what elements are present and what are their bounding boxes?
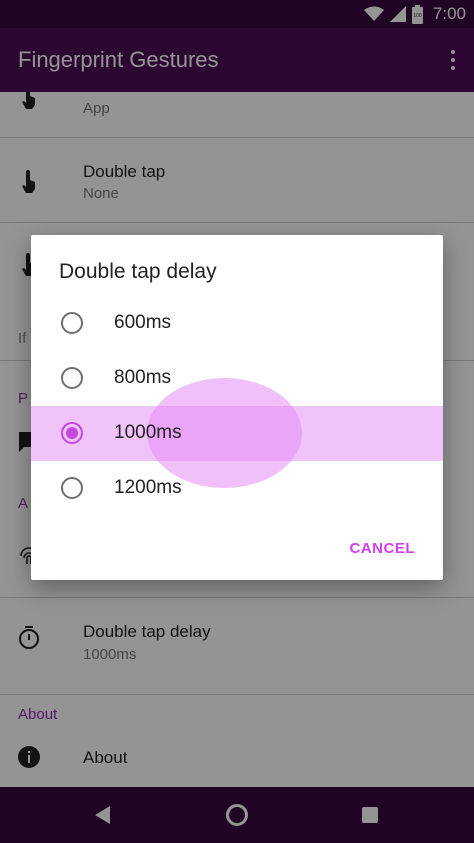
radio-button[interactable]: [61, 367, 83, 389]
dialog-title: Double tap delay: [59, 260, 217, 283]
radio-button[interactable]: [61, 477, 83, 499]
double-tap-delay-dialog: Double tap delay 600ms 800ms 1000ms 1200…: [31, 235, 443, 580]
option-label: 600ms: [114, 312, 172, 333]
option-label: 800ms: [114, 367, 172, 388]
option-1000ms[interactable]: 1000ms: [31, 378, 443, 488]
radio-button-selected[interactable]: [61, 422, 83, 444]
option-1200ms[interactable]: 1200ms: [31, 461, 443, 516]
radio-button[interactable]: [61, 312, 83, 334]
option-600ms[interactable]: 600ms: [31, 296, 443, 351]
option-label: 1200ms: [114, 477, 182, 498]
cancel-button[interactable]: CANCEL: [350, 540, 416, 557]
option-label: 1000ms: [114, 422, 182, 443]
